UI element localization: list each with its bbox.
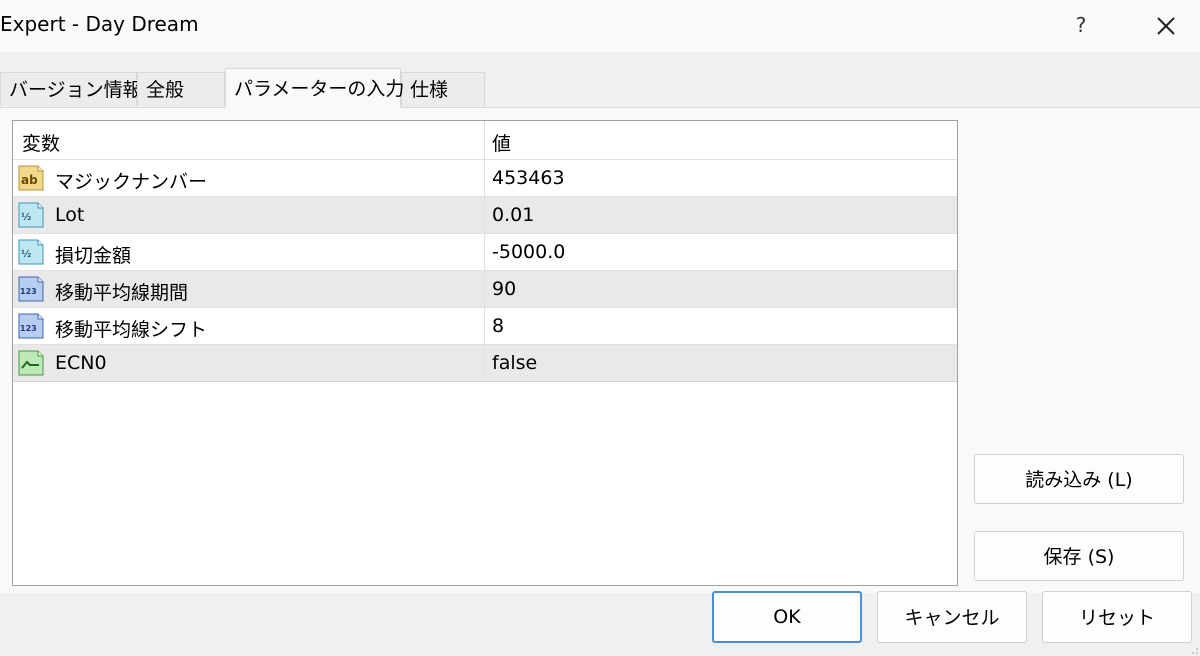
string-ab-icon: ab xyxy=(18,165,44,191)
reset-button[interactable]: リセット xyxy=(1042,591,1192,643)
title-bar: Expert - Day Dream ? xyxy=(0,0,1200,52)
svg-text:123: 123 xyxy=(20,324,37,333)
resize-grip-icon[interactable] xyxy=(1192,648,1198,654)
table-row[interactable]: ECN0 false xyxy=(13,344,957,382)
fraction-icon: ½ xyxy=(18,202,44,228)
help-button[interactable]: ? xyxy=(1066,10,1096,40)
cancel-button[interactable]: キャンセル xyxy=(877,591,1027,643)
parameter-table[interactable]: 変数 値 ab マジックナンバー 453463 ½ Lot 0.01 ½ 損切金… xyxy=(12,120,958,586)
param-value[interactable]: 8 xyxy=(492,315,504,337)
tab-version-info[interactable]: バージョン情報 xyxy=(0,72,142,106)
close-icon xyxy=(1157,17,1175,35)
param-name: 移動平均線期間 xyxy=(55,282,189,304)
param-name: 損切金額 xyxy=(55,245,132,267)
svg-text:½: ½ xyxy=(21,212,31,223)
param-name: ECN0 xyxy=(55,352,107,374)
param-value[interactable]: 90 xyxy=(492,278,516,300)
table-row[interactable]: 123 移動平均線期間 90 xyxy=(13,270,957,307)
tab-general[interactable]: 全般 xyxy=(137,72,225,106)
parameters-panel: 変数 値 ab マジックナンバー 453463 ½ Lot 0.01 ½ 損切金… xyxy=(0,107,1200,593)
header-value[interactable]: 値 xyxy=(492,129,511,156)
boolean-icon xyxy=(18,350,44,376)
ok-button[interactable]: OK xyxy=(712,591,862,643)
param-name: Lot xyxy=(55,204,85,226)
table-row[interactable]: ½ 損切金額 -5000.0 xyxy=(13,233,957,270)
param-value[interactable]: false xyxy=(492,352,537,374)
window-title: Expert - Day Dream xyxy=(0,12,199,36)
close-button[interactable] xyxy=(1146,6,1186,46)
table-header: 変数 値 xyxy=(13,121,957,157)
tab-specification[interactable]: 仕様 xyxy=(401,72,485,106)
svg-text:ab: ab xyxy=(21,173,38,187)
integer-123-icon: 123 xyxy=(18,313,44,339)
tab-strip: バージョン情報 全般 パラメーターの入力 仕様 xyxy=(0,68,1200,108)
integer-123-icon: 123 xyxy=(18,276,44,302)
save-button[interactable]: 保存 (S) xyxy=(974,531,1184,581)
table-row[interactable]: ab マジックナンバー 453463 xyxy=(13,159,957,196)
tab-parameters[interactable]: パラメーターの入力 xyxy=(225,68,404,108)
load-button[interactable]: 読み込み (L) xyxy=(974,454,1184,504)
param-value[interactable]: 0.01 xyxy=(492,204,534,226)
fraction-icon: ½ xyxy=(18,239,44,265)
svg-text:123: 123 xyxy=(20,287,37,296)
table-row[interactable]: ½ Lot 0.01 xyxy=(13,196,957,233)
param-name: マジックナンバー xyxy=(55,171,208,193)
param-value[interactable]: -5000.0 xyxy=(492,241,565,263)
svg-text:½: ½ xyxy=(21,249,31,260)
param-name: 移動平均線シフト xyxy=(55,319,208,341)
header-variable[interactable]: 変数 xyxy=(22,129,60,156)
column-divider[interactable] xyxy=(484,121,485,375)
param-value[interactable]: 453463 xyxy=(492,167,565,189)
table-row[interactable]: 123 移動平均線シフト 8 xyxy=(13,307,957,344)
